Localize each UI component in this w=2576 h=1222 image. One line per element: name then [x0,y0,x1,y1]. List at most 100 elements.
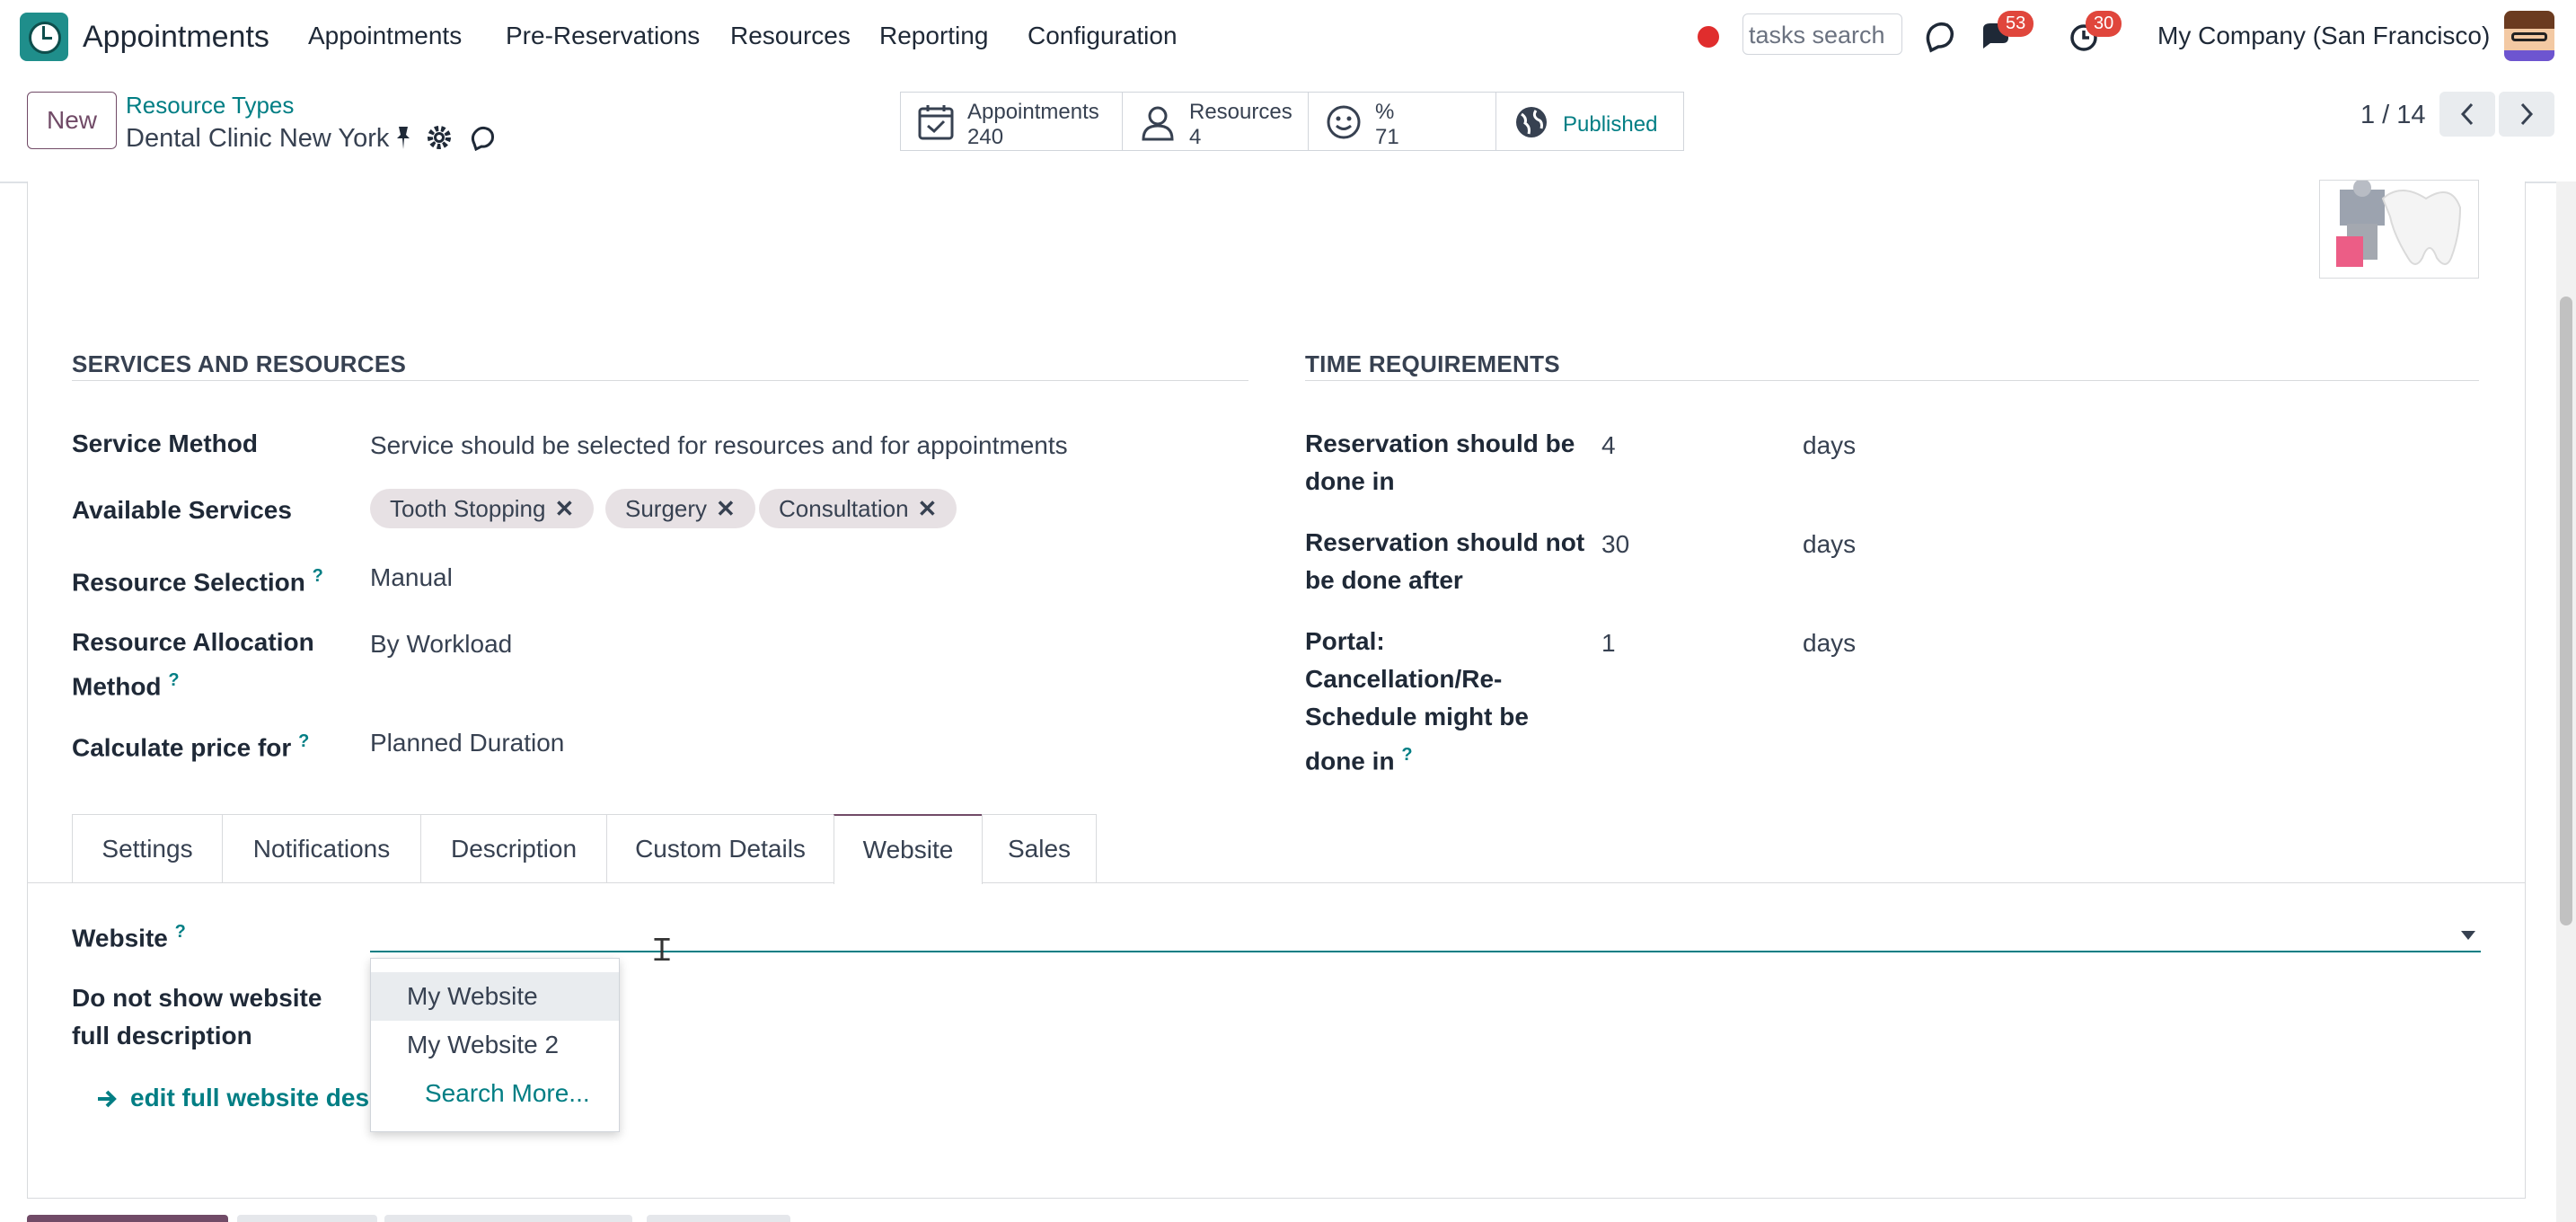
tag-consultation: Consultation ✕ [759,489,957,528]
tab-description[interactable]: Description [420,814,607,882]
no-full-description-label-line2: full description [72,1022,252,1049]
tag-tooth-stopping: Tooth Stopping ✕ [370,489,595,528]
stat-appointments-value: 240 [967,125,1004,149]
published-toggle-button[interactable]: Published [1495,92,1684,151]
help-tooltip-icon[interactable]: ? [1401,745,1412,765]
portal-cancellation-label-line4: done in ? [1305,736,1529,780]
website-input[interactable] [370,951,2481,952]
tag-surgery-label: Surgery [625,495,708,522]
record-name: Dental Clinic New York [126,124,390,153]
stat-rating-value: 71 [1375,125,1399,149]
resource-selection-label: Resource Selection ? [72,557,323,601]
menu-pre-reservations[interactable]: Pre-Reservations [506,22,700,50]
search-more-link[interactable]: Search More... [371,1069,619,1118]
reservation-not-after-label-line1: Reservation should not [1305,528,1585,556]
bottom-button-2[interactable] [237,1215,377,1222]
tab-custom-details[interactable]: Custom Details [606,814,834,882]
allocation-value[interactable]: By Workload [370,630,512,659]
stat-resources-value: 4 [1189,125,1202,149]
service-method-label: Service Method [72,429,258,457]
text-cursor-icon: Ｉ [647,933,677,969]
scrollbar-thumb[interactable] [2560,297,2572,925]
tasks-search-input[interactable]: tasks search [1742,13,1902,55]
reservation-not-after-unit: days [1803,530,1857,558]
tab-sales[interactable]: Sales [982,814,1097,882]
resource-selection-label-text: Resource Selection [72,568,305,597]
bottom-primary-button[interactable] [27,1215,228,1222]
menu-appointments[interactable]: Appointments [308,22,462,50]
calendar-check-icon [918,105,954,140]
price-value[interactable]: Planned Duration [370,729,564,757]
tag-consultation-label: Consultation [779,495,909,522]
reservation-done-in-unit: days [1803,431,1857,459]
website-option-my-website-2[interactable]: My Website 2 [371,1021,619,1069]
pager-value[interactable]: 1 / 14 [2360,101,2426,130]
recording-dot-icon[interactable] [1698,26,1719,48]
pager-prev-button[interactable] [2439,92,2495,137]
help-tooltip-icon[interactable]: ? [168,670,179,690]
chevron-down-icon[interactable] [2461,931,2475,940]
tag-remove-icon[interactable]: ✕ [716,495,736,522]
website-label: Website ? [72,913,186,957]
menu-reporting[interactable]: Reporting [879,22,988,50]
portal-cancellation-label: Portal: Cancellation/Re- Schedule might … [1305,623,1529,780]
website-dropdown: My Website My Website 2 Search More... [370,958,620,1132]
resource-selection-value[interactable]: Manual [370,563,453,592]
tab-notifications[interactable]: Notifications [222,814,421,882]
stat-rating-button[interactable]: % 71 [1308,92,1496,151]
price-label-text: Calculate price for [72,733,292,762]
bottom-button-3[interactable] [384,1215,632,1222]
time-divider [1305,380,2479,381]
available-services-label: Available Services [72,496,292,524]
help-tooltip-icon[interactable]: ? [175,922,186,942]
new-button[interactable]: New [27,92,117,149]
pager-next-button[interactable] [2499,92,2554,137]
services-section-title: SERVICES AND RESOURCES [72,350,407,377]
reservation-done-in-label-line2: done in [1305,467,1395,495]
stat-rating-label: % [1375,100,1395,124]
reservation-not-after-label-line2: be done after [1305,566,1463,594]
reservation-not-after-value[interactable]: 30 [1601,530,1629,559]
bottom-button-4[interactable] [647,1215,790,1222]
appointments-app-icon[interactable] [20,13,68,61]
edit-full-website-description-link[interactable]: edit full website desc [130,1084,384,1112]
tag-remove-icon[interactable]: ✕ [554,495,574,522]
help-tooltip-icon[interactable]: ? [298,731,309,751]
messages-badge: 53 [1998,11,2034,37]
stat-appointments-button[interactable]: Appointments 240 [900,92,1123,151]
stat-resources-button[interactable]: Resources 4 [1122,92,1309,151]
gear-icon[interactable] [426,124,453,151]
portal-cancellation-unit: days [1803,629,1857,657]
portal-cancellation-value[interactable]: 1 [1601,629,1616,658]
tag-remove-icon[interactable]: ✕ [918,495,938,522]
resource-type-image[interactable] [2319,180,2479,279]
help-tooltip-icon[interactable]: ? [313,566,323,586]
reservation-not-after-label: Reservation should not be done after [1305,524,1584,599]
service-method-value[interactable]: Service should be selected for resources… [370,431,1068,460]
chevron-left-icon [2460,102,2474,126]
allocation-label-line1: Resource Allocation [72,628,314,656]
no-full-description-label-line1: Do not show website [72,984,322,1012]
tab-settings[interactable]: Settings [72,814,223,882]
company-switcher[interactable]: My Company (San Francisco) [2157,22,2490,50]
chevron-right-icon [2520,102,2534,126]
stat-appointments-label: Appointments [967,100,1099,124]
dental-image-icon [2336,181,2462,267]
portal-cancellation-label-line4-text: done in [1305,747,1395,775]
refresh-icon[interactable] [1922,18,1958,54]
discard-refresh-icon[interactable] [469,124,496,151]
menu-configuration[interactable]: Configuration [1028,22,1178,50]
app-name[interactable]: Appointments [83,20,269,55]
tab-website[interactable]: Website [834,814,983,884]
published-label: Published [1563,112,1658,137]
menu-resources[interactable]: Resources [730,22,851,50]
tabs-divider [27,882,2526,883]
pin-icon[interactable] [390,124,417,151]
reservation-done-in-value[interactable]: 4 [1601,431,1616,460]
user-avatar[interactable] [2504,11,2554,61]
reservation-done-in-label-line1: Reservation should be [1305,429,1575,457]
breadcrumb-resource-types[interactable]: Resource Types [126,92,294,120]
allocation-label-line2-text: Method [72,672,162,701]
website-option-my-website[interactable]: My Website [371,972,619,1021]
portal-cancellation-label-line2: Cancellation/Re- [1305,665,1503,693]
